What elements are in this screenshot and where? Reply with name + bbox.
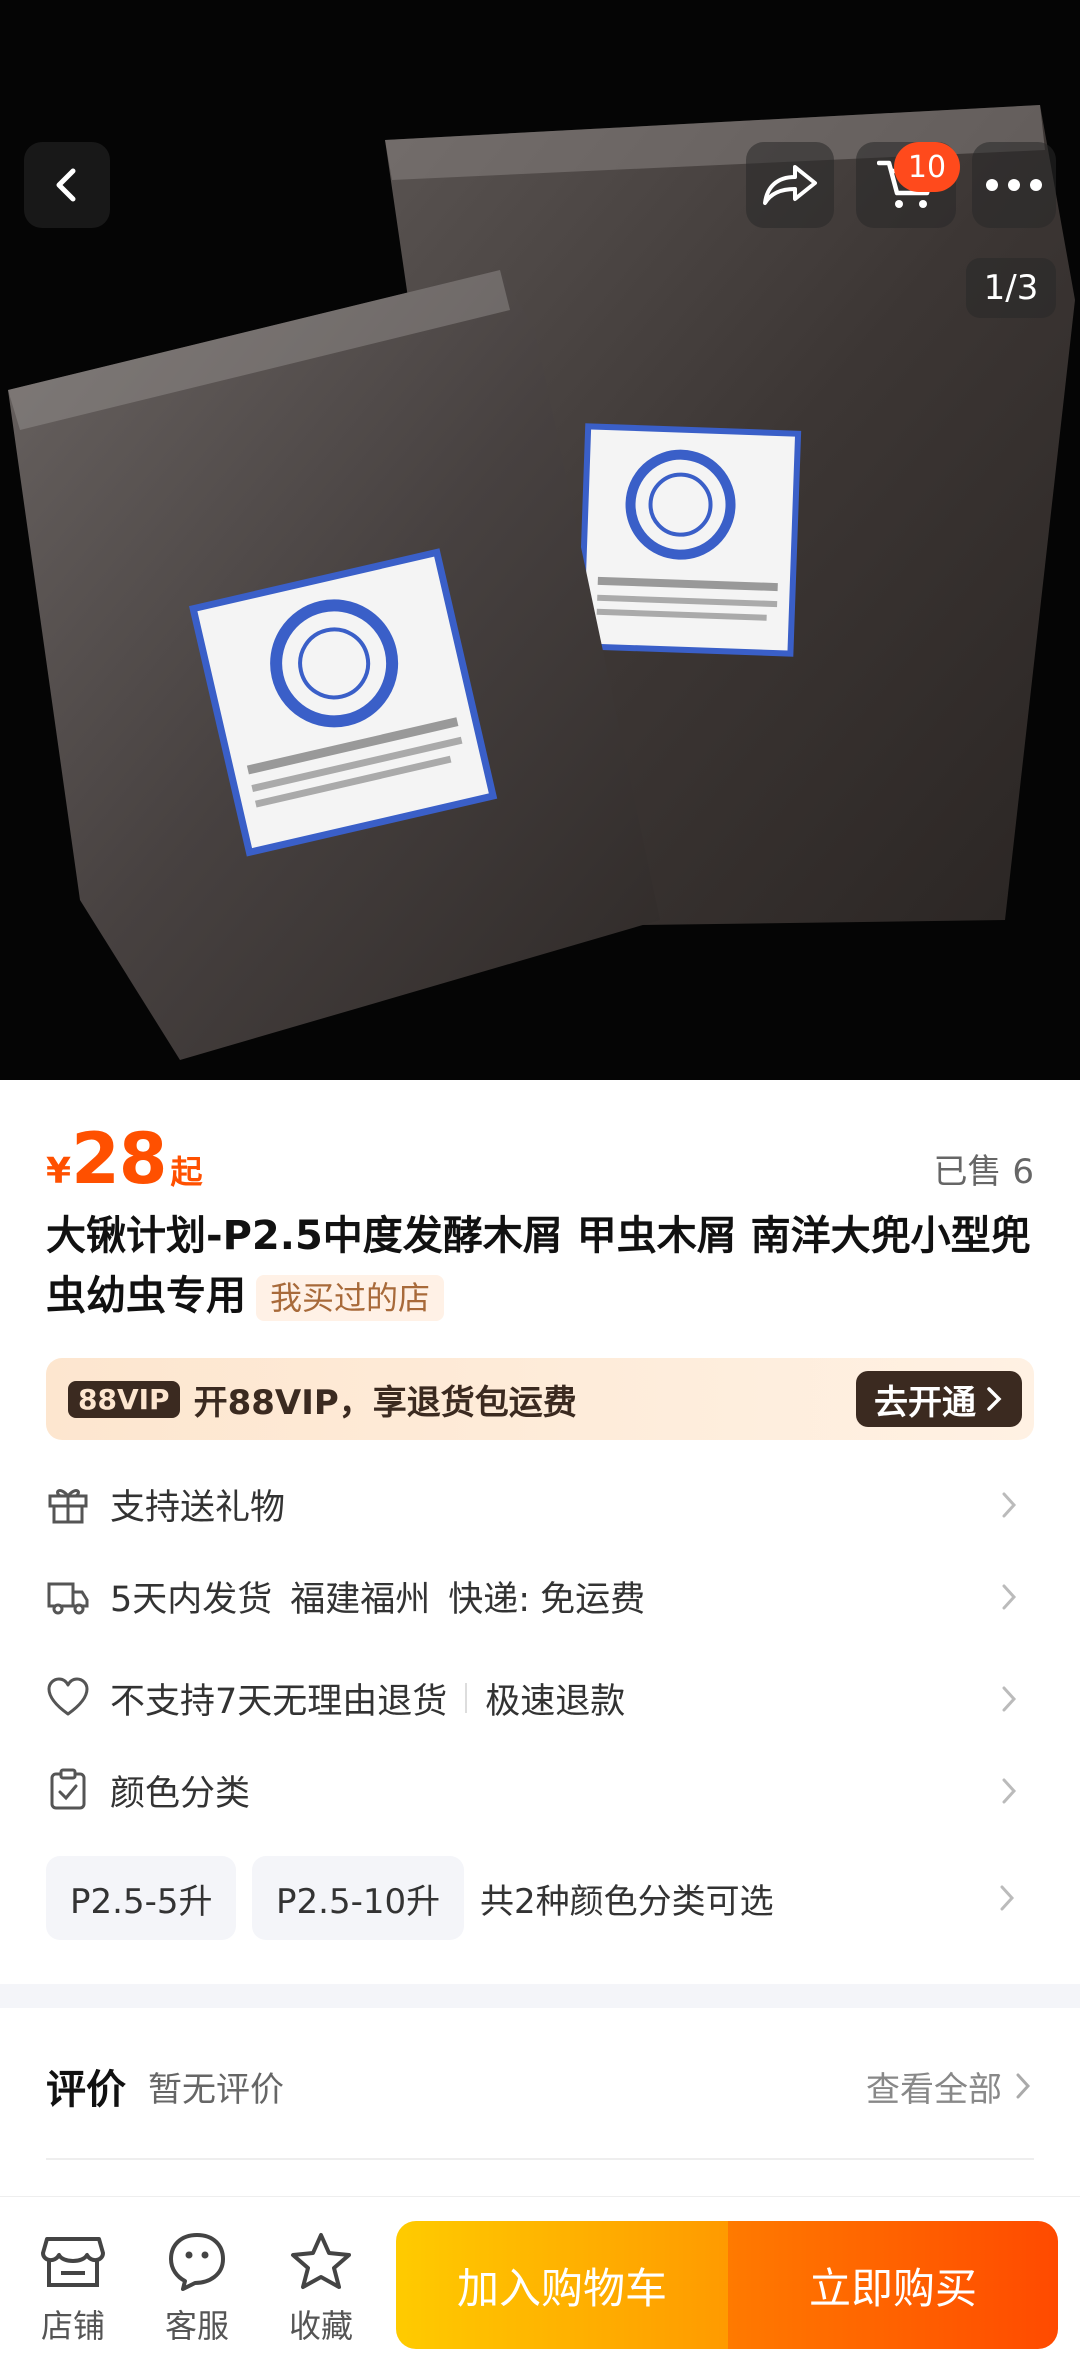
return-policy-row[interactable]: 不支持7天无理由退货 极速退款 [46,1662,1034,1734]
cart-count-badge: 10 [894,142,960,192]
express-value: 免运费 [540,1579,646,1620]
price-symbol: ¥ [46,1151,72,1192]
customer-service-label: 客服 [164,2307,229,2345]
truck-icon [46,1574,90,1618]
price: ¥ 28 起 [46,1118,203,1200]
color-category-row[interactable]: 颜色分类 [46,1754,1034,1826]
share-button[interactable] [746,142,834,228]
vip-open-label: 去开通 [874,1382,976,1423]
add-to-cart-button[interactable]: 加入购物车 [396,2221,728,2349]
price-suffix: 起 [170,1153,203,1191]
chevron-right-icon [987,1387,1002,1411]
sold-count: 已售 6 [933,1152,1034,1192]
shipping-location: 福建福州 [290,1579,431,1620]
shop-tag[interactable]: 我买过的店 [256,1275,445,1321]
chevron-left-icon [56,168,76,202]
chevron-right-icon [1016,2073,1031,2099]
customer-service-button[interactable]: 客服 [152,2231,242,2347]
star-icon [291,2233,351,2289]
option-chip[interactable]: P2.5-5升 [46,1856,237,1940]
vip-logo: 88VIP [68,1380,180,1418]
reviews-status: 暂无评价 [148,2069,284,2110]
price-value: 28 [71,1118,167,1200]
store-icon [41,2237,105,2287]
reviews-title: 评价 [46,2067,126,2113]
shipping-row[interactable]: 5天内发货 福建福州 快递: 免运费 [46,1560,1034,1632]
favorite-button[interactable]: 收藏 [276,2231,366,2347]
vip-text: 开88VIP，享退货包运费 [193,1382,577,1423]
gift-icon [46,1482,90,1526]
view-all-reviews[interactable]: 查看全部 [866,2050,1034,2122]
divider [465,1683,468,1713]
buy-now-button[interactable]: 立即购买 [728,2221,1058,2349]
gift-label: 支持送礼物 [110,1487,286,1528]
express-label: 快递: [448,1579,531,1620]
product-title-text: 大锹计划-P2.5中度发酵木屑 甲虫木屑 南洋大兜小型兜虫幼虫专用 [46,1213,1031,1319]
chat-icon [169,2233,225,2291]
color-category-label: 颜色分类 [110,1773,251,1814]
return-policy-label: 不支持7天无理由退货 [110,1681,448,1722]
chevron-right-icon [1002,1584,1017,1610]
shipping-time: 5天内发货 [110,1579,273,1620]
divider [46,2158,1034,2160]
clipboard-icon [46,1768,90,1812]
share-icon [763,165,817,205]
favorite-label: 收藏 [288,2307,353,2345]
options-summary[interactable]: 共2种颜色分类可选 [480,1856,774,1940]
shop-label: 店铺 [40,2307,105,2345]
more-button[interactable] [972,142,1056,228]
vip-open-button[interactable]: 去开通 [856,1371,1022,1427]
more-icon [986,179,1042,191]
vip-banner[interactable]: 88VIP 开88VIP，享退货包运费 去开通 [46,1358,1034,1440]
heart-icon [46,1676,90,1720]
chevron-right-icon [1002,1492,1017,1518]
image-counter: 1/3 [966,258,1056,318]
refund-label: 极速退款 [485,1681,626,1722]
product-title: 大锹计划-P2.5中度发酵木屑 甲虫木屑 南洋大兜小型兜虫幼虫专用 我买过的店 [46,1206,1036,1326]
back-button[interactable] [24,142,110,228]
bottom-action-bar: 店铺 客服 收藏 加入购物车 立即购买 [0,2196,1080,2376]
product-image[interactable]: 10 1/3 [0,0,1080,1080]
chevron-right-icon [1000,1885,1015,1911]
chevron-right-icon [1002,1778,1017,1804]
reviews-section: 评价 暂无评价 查看全部 [46,2050,1034,2122]
section-gap [0,1984,1080,2008]
view-all-label: 查看全部 [866,2069,1002,2110]
option-chip[interactable]: P2.5-10升 [252,1856,465,1940]
gift-row[interactable]: 支持送礼物 [46,1468,1034,1540]
shop-button[interactable]: 店铺 [28,2231,118,2347]
chevron-right-icon [1002,1686,1017,1712]
